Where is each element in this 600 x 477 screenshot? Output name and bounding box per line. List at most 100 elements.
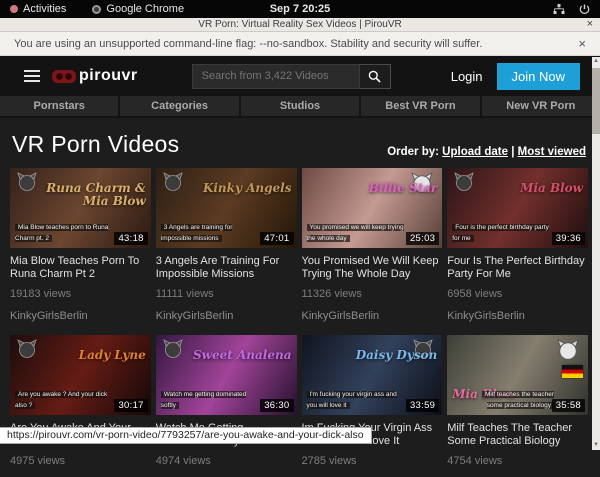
thumbnail-caption: Mia Blow teaches porn to Runa Charm pt. … (15, 223, 117, 244)
search-input[interactable] (192, 64, 360, 89)
duration-badge: 39:36 (552, 232, 585, 245)
warning-message: You are using an unsupported command-lin… (14, 38, 482, 50)
activities-label: Activities (23, 3, 66, 15)
duration-badge: 25:03 (406, 232, 439, 245)
video-card[interactable]: Billie Star You promised we will keep tr… (302, 168, 443, 322)
network-icon[interactable] (553, 4, 565, 15)
menu-hamburger-icon[interactable] (24, 70, 40, 82)
video-title[interactable]: Four Is The Perfect Birthday Party For M… (447, 255, 588, 281)
thumbnail-overlay-name: Runa Charm & Mia Blow (44, 182, 145, 208)
nav-item-studios[interactable]: Studios (241, 96, 359, 116)
tab-close-icon[interactable]: × (587, 18, 593, 31)
video-title[interactable]: You Promised We Will Keep Trying The Who… (302, 255, 443, 281)
video-title[interactable]: Mia Blow Teaches Porn To Runa Charm Pt 2 (10, 255, 151, 281)
german-flag-icon (562, 365, 583, 378)
power-icon[interactable] (579, 4, 590, 15)
view-count: 6958 views (447, 288, 588, 300)
chrome-app-indicator[interactable]: Google Chrome (92, 3, 184, 15)
activities-button[interactable]: Activities (10, 3, 66, 15)
login-link[interactable]: Login (451, 69, 483, 84)
video-title[interactable]: 3 Angels Are Training For Impossible Mis… (156, 255, 297, 281)
search-bar (192, 64, 391, 89)
site-header: pirouvr Login Join Now (0, 56, 600, 96)
video-card[interactable]: Mia Blow Four is the perfect birthday pa… (447, 168, 588, 322)
view-count: 4975 views (10, 455, 151, 467)
search-icon (368, 70, 381, 83)
video-thumbnail[interactable]: Kinky Angels 3 Angels are training for i… (156, 168, 297, 248)
thumbnail-caption: You promised we will keep trying the who… (307, 223, 409, 244)
duration-badge: 43:18 (114, 232, 147, 245)
browser-tab-bar: VR Porn: Virtual Reality Sex Videos | Pi… (0, 18, 600, 32)
video-thumbnail[interactable]: Mia Blow Milf teaches the teacher some p… (447, 335, 588, 415)
view-count: 11326 views (302, 288, 443, 300)
channel-link[interactable]: KinkyGirlsBerlin (302, 310, 443, 322)
page-head: VR Porn Videos Order by: Upload date | M… (0, 118, 600, 166)
view-count: 11111 views (156, 288, 297, 300)
studio-cat-mask-icon (17, 172, 37, 192)
thumbnail-caption: Watch me getting dominated softly (161, 390, 263, 411)
studio-cat-mask-icon (163, 339, 183, 359)
video-card[interactable]: Mia Blow Milf teaches the teacher some p… (447, 335, 588, 477)
view-count: 4754 views (447, 455, 588, 467)
studio-cat-mask-icon (163, 172, 183, 192)
search-button[interactable] (360, 64, 391, 89)
studio-cat-mask-icon (454, 172, 474, 192)
studio-cat-mask-icon (17, 339, 37, 359)
video-card[interactable]: Runa Charm & Mia Blow Mia Blow teaches p… (10, 168, 151, 322)
video-thumbnail[interactable]: Daisy Dyson I'm fucking your virgin ass … (302, 335, 443, 415)
channel-link[interactable]: KinkyGirlsBerlin (156, 310, 297, 322)
page-title: VR Porn Videos (12, 131, 179, 158)
main-nav: Pornstars Categories Studios Best VR Por… (0, 96, 600, 118)
nav-item-categories[interactable]: Categories (120, 96, 238, 116)
thumbnail-overlay-name: Billie Star (336, 182, 437, 195)
scrollbar-thumb[interactable] (592, 68, 600, 134)
studio-cat-mask-icon (557, 339, 579, 361)
video-thumbnail[interactable]: Billie Star You promised we will keep tr… (302, 168, 443, 248)
video-thumbnail[interactable]: Mia Blow Four is the perfect birthday pa… (447, 168, 588, 248)
join-now-button[interactable]: Join Now (497, 63, 580, 90)
chrome-icon (92, 5, 101, 14)
view-count: 4974 views (156, 455, 297, 467)
view-count: 19183 views (10, 288, 151, 300)
view-count: 2785 views (302, 455, 443, 467)
video-thumbnail[interactable]: Sweet Analena Watch me getting dominated… (156, 335, 297, 415)
duration-badge: 33:59 (406, 399, 439, 412)
system-top-bar: Activities Google Chrome Sep 7 20:25 (0, 0, 600, 18)
vr-headset-icon (52, 70, 76, 83)
thumbnail-overlay-name: Mia Blow (482, 182, 583, 195)
thumbnail-overlay-name: Lady Lyne (44, 349, 145, 362)
duration-badge: 36:30 (260, 399, 293, 412)
thumbnail-caption: 3 Angels are training for impossible mis… (161, 223, 263, 244)
nav-item-best-vr[interactable]: Best VR Porn (361, 96, 479, 116)
nav-item-new-vr[interactable]: New VR Porn (482, 96, 600, 116)
status-bar-url: https://pirouvr.com/vr-porn-video/779325… (0, 427, 372, 444)
video-card[interactable]: Lady Lyne Are you awake ? And your dick … (10, 335, 151, 477)
site-logo[interactable]: pirouvr (52, 67, 138, 85)
thumbnail-overlay-name: Kinky Angels (190, 182, 291, 195)
video-card[interactable]: Sweet Analena Watch me getting dominated… (156, 335, 297, 477)
video-card[interactable]: Daisy Dyson I'm fucking your virgin ass … (302, 335, 443, 477)
scroll-down-arrow-icon[interactable]: ▼ (592, 442, 600, 448)
recording-indicator-icon (10, 5, 18, 13)
duration-badge: 30:17 (114, 399, 147, 412)
channel-link[interactable]: KinkyGirlsBerlin (10, 310, 151, 322)
page-scrollbar[interactable]: ▲ ▼ (592, 57, 600, 450)
duration-badge: 47:01 (260, 232, 293, 245)
video-thumbnail[interactable]: Runa Charm & Mia Blow Mia Blow teaches p… (10, 168, 151, 248)
video-card[interactable]: Kinky Angels 3 Angels are training for i… (156, 168, 297, 322)
video-thumbnail[interactable]: Lady Lyne Are you awake ? And your dick … (10, 335, 151, 415)
video-title[interactable]: Milf Teaches The Teacher Some Practical … (447, 422, 588, 448)
order-most-viewed-link[interactable]: Most viewed (518, 146, 586, 158)
thumbnail-overlay-name: Daisy Dyson (336, 349, 437, 362)
nav-item-pornstars[interactable]: Pornstars (0, 96, 118, 116)
sandbox-warning-bar: You are using an unsupported command-lin… (0, 32, 600, 56)
channel-link[interactable]: KinkyGirlsBerlin (447, 310, 588, 322)
site-logo-text: pirouvr (79, 67, 138, 85)
warning-close-icon[interactable]: × (578, 36, 586, 51)
order-separator: | (511, 146, 514, 158)
system-clock[interactable]: Sep 7 20:25 (0, 3, 600, 15)
scroll-up-arrow-icon[interactable]: ▲ (592, 58, 600, 64)
order-upload-date-link[interactable]: Upload date (442, 146, 508, 158)
thumbnail-caption: I'm fucking your virgin ass and you will… (307, 390, 409, 411)
order-by-control: Order by: Upload date | Most viewed (387, 146, 586, 158)
